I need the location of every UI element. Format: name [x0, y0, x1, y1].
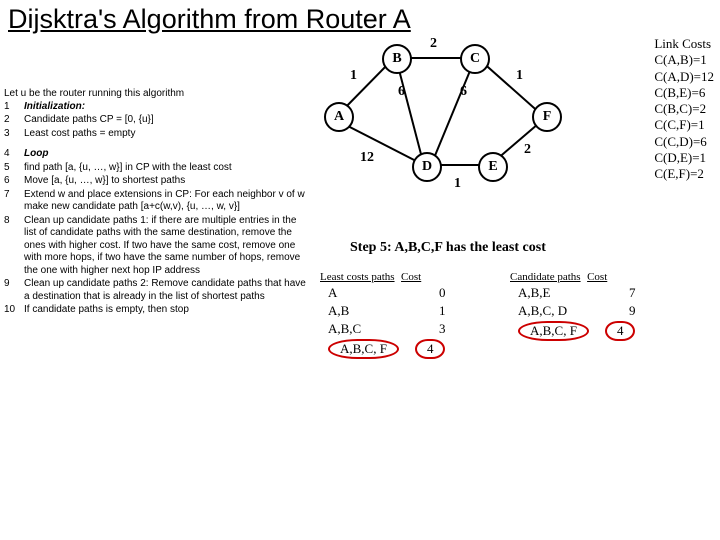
algo-line-num: 5 [4, 162, 24, 176]
node-e: E [478, 152, 508, 182]
edge-label-cd: 6 [460, 84, 467, 100]
highlighted-path: A,B,C, F [328, 339, 399, 359]
link-cost-row: C(A,B)=1 [654, 52, 714, 68]
table-row: A,B1 [320, 302, 453, 320]
edge-label-ad: 12 [360, 150, 374, 166]
edge-label-be: 6 [398, 84, 405, 100]
cand-header-cost: Cost [587, 271, 607, 283]
algo-line-num: 4 [4, 148, 24, 162]
node-b: B [382, 44, 412, 74]
table-row: A,B,C, F 4 [320, 338, 453, 360]
algo-line-num: 6 [4, 175, 24, 189]
algo-line-num: 1 [4, 101, 24, 115]
algo-line: Loop [24, 148, 314, 162]
node-d: D [412, 152, 442, 182]
cand-header-paths: Candidate paths [510, 271, 581, 283]
algo-line-num: 2 [4, 114, 24, 128]
highlighted-cost: 4 [415, 339, 446, 359]
node-f: F [532, 102, 562, 132]
table-row: A,B,E7 [510, 284, 643, 302]
link-cost-row: C(B,E)=6 [654, 85, 714, 101]
link-cost-row: C(C,D)=6 [654, 134, 714, 150]
algo-line: find path [a, {u, …, w}] in CP with the … [24, 162, 314, 176]
algo-line-num: 7 [4, 189, 24, 215]
edge-label-cf: 1 [516, 68, 523, 84]
candidate-paths-table: Candidate paths Cost A,B,E7 A,B,C, D9 A,… [510, 268, 643, 342]
link-costs-title: Link Costs [654, 36, 714, 52]
algo-line-num: 9 [4, 278, 24, 304]
algo-line: Clean up candidate paths 1: if there are… [24, 215, 314, 279]
link-costs-panel: Link Costs C(A,B)=1 C(A,D)=12 C(B,E)=6 C… [654, 36, 714, 182]
algo-line: If candidate paths is empty, then stop [24, 304, 314, 318]
node-a: A [324, 102, 354, 132]
algo-line: Extend w and place extensions in CP: For… [24, 189, 314, 215]
edge-label-de: 1 [454, 176, 461, 192]
algo-line: Candidate paths CP = [0, {u}] [24, 114, 314, 128]
table-row: A,B,C, F 4 [510, 320, 643, 342]
table-row: A,B,C, D9 [510, 302, 643, 320]
algo-line: Initialization: [24, 101, 314, 115]
node-c: C [460, 44, 490, 74]
link-cost-row: C(A,D)=12 [654, 69, 714, 85]
algorithm-pseudocode: Let u be the router running this algorit… [4, 88, 314, 318]
algo-line: Move [a, {u, …, w}] to shortest paths [24, 175, 314, 189]
page-title: Dijsktra's Algorithm from Router A [0, 0, 720, 35]
step-caption: Step 5: A,B,C,F has the least cost [350, 240, 546, 256]
algo-line: Least cost paths = empty [24, 128, 314, 142]
algo-line: Clean up candidate paths 2: Remove candi… [24, 278, 314, 304]
algo-line-num: 10 [4, 304, 24, 318]
least-cost-paths-table: Least costs paths Cost A0 A,B1 A,B,C3 A,… [320, 268, 453, 360]
link-cost-row: C(E,F)=2 [654, 166, 714, 182]
highlighted-candidate-cost: 4 [605, 321, 636, 341]
table-row: A,B,C3 [320, 320, 453, 338]
table-row: A0 [320, 284, 453, 302]
link-cost-row: C(D,E)=1 [654, 150, 714, 166]
least-header-paths: Least costs paths [320, 271, 395, 283]
algo-line-num: 3 [4, 128, 24, 142]
edge-label-ab: 1 [350, 68, 357, 84]
link-cost-row: C(B,C)=2 [654, 101, 714, 117]
edge-label-ef: 2 [524, 142, 531, 158]
least-header-cost: Cost [401, 271, 421, 283]
link-cost-row: C(C,F)=1 [654, 117, 714, 133]
highlighted-candidate: A,B,C, F [518, 321, 589, 341]
algo-line-num: 8 [4, 215, 24, 279]
edge-label-bc: 2 [430, 36, 437, 52]
algo-intro: Let u be the router running this algorit… [4, 88, 314, 101]
network-graph: A B C D E F 1 2 1 6 6 12 1 2 [320, 40, 580, 210]
